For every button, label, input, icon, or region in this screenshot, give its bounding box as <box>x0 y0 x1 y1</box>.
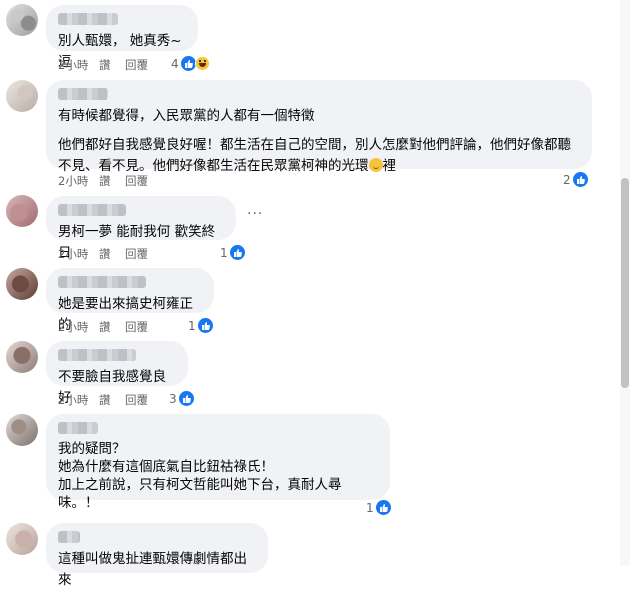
like-link[interactable]: 讚 <box>99 319 125 335</box>
avatar[interactable] <box>6 341 38 373</box>
comment-actions: 2小時 讚 回覆 <box>58 392 175 408</box>
author-name-blurred[interactable] <box>58 13 118 25</box>
reply-link[interactable]: 回覆 <box>125 319 175 335</box>
comment-actions: 2小時 讚 回覆 <box>58 57 175 73</box>
reply-link[interactable]: 回覆 <box>125 246 175 262</box>
avatar[interactable] <box>6 268 38 300</box>
comment-text: 這種叫做鬼扯連甄嬛傳劇情都出來 <box>58 551 247 588</box>
comment-bubble: 她是要出來搞史柯雍正的 <box>46 268 214 333</box>
timestamp[interactable]: 2小時 <box>58 392 99 408</box>
reaction-summary[interactable]: 1 <box>188 318 213 333</box>
comment-actions: 2小時 讚 回覆 <box>58 246 175 262</box>
comment-text: 我的疑問？ 她為什麼有這個底氣自比鈕祜祿氏！ 加上之前說，只有柯文哲能叫她下台，… <box>58 441 342 511</box>
avatar[interactable] <box>6 523 38 555</box>
like-icon <box>572 172 588 187</box>
like-link[interactable]: 讚 <box>99 392 125 408</box>
comment-bubble: 我的疑問？ 她為什麼有這個底氣自比鈕祜祿氏！ 加上之前說，只有柯文哲能叫她下台，… <box>46 414 390 511</box>
author-name-blurred[interactable] <box>58 349 136 361</box>
comment-text-paragraph: 他們都好自我感覺良好喔！都生活在自己的空間，別人怎麼對他們評論，他們好像都聽 不… <box>58 135 580 177</box>
comment-bubble: 別人甄嬛， 她真秀~逗 <box>46 5 198 70</box>
comment-text-line: 有時候都覺得，入民眾黨的人都有一個特徵 <box>58 108 315 124</box>
more-options-icon[interactable]: ··· <box>247 206 263 222</box>
reply-link[interactable]: 回覆 <box>125 392 175 408</box>
smiling-face-with-halo-icon <box>368 158 383 172</box>
like-icon <box>375 500 391 515</box>
haha-icon <box>194 56 210 71</box>
author-name-blurred[interactable] <box>58 88 108 100</box>
timestamp[interactable]: 2小時 <box>58 319 99 335</box>
reaction-summary[interactable]: 1 <box>366 500 391 515</box>
like-link[interactable]: 讚 <box>99 173 125 189</box>
reply-link[interactable]: 回覆 <box>125 173 175 189</box>
comment-text: 他們都好自我感覺良好喔！都生活在自己的空間，別人怎麼對他們評論，他們好像都聽 不… <box>58 137 571 174</box>
reaction-summary[interactable]: 4 <box>171 56 210 71</box>
comment-actions: 2小時 讚 回覆 <box>58 173 175 189</box>
timestamp[interactable]: 2小時 <box>58 57 99 73</box>
author-name-blurred[interactable] <box>58 531 80 543</box>
comment-actions: 2小時 讚 回覆 <box>58 319 175 335</box>
reaction-count: 4 <box>171 56 179 71</box>
author-name-blurred[interactable] <box>58 276 146 288</box>
reply-link[interactable]: 回覆 <box>125 57 175 73</box>
reaction-count: 1 <box>220 245 228 260</box>
comment-bubble: 不要臉自我感覺良好 <box>46 341 188 406</box>
reaction-count: 3 <box>169 391 177 406</box>
like-icon <box>180 56 196 71</box>
like-icon <box>178 391 194 406</box>
reaction-count: 2 <box>563 172 571 187</box>
like-link[interactable]: 讚 <box>99 246 125 262</box>
reaction-summary[interactable]: 1 <box>220 245 245 260</box>
avatar[interactable] <box>6 4 38 36</box>
timestamp[interactable]: 2小時 <box>58 246 99 262</box>
comment-bubble: 男柯一夢 能耐我何 歡笑終日 <box>46 196 236 261</box>
author-name-blurred[interactable] <box>58 204 126 216</box>
comment-bubble: 有時候都覺得，入民眾黨的人都有一個特徵 他們都好自我感覺良好喔！都生活在自己的空… <box>46 80 592 174</box>
reaction-count: 1 <box>366 500 374 515</box>
scrollbar-thumb[interactable] <box>621 178 629 388</box>
comment-text-tail: 裡 <box>382 158 397 174</box>
reaction-summary[interactable]: 2 <box>563 172 588 187</box>
reaction-count: 1 <box>188 318 196 333</box>
avatar[interactable] <box>6 80 38 112</box>
reaction-summary[interactable]: 3 <box>169 391 194 406</box>
like-link[interactable]: 讚 <box>99 57 125 73</box>
avatar[interactable] <box>6 195 38 227</box>
author-name-blurred[interactable] <box>58 422 98 434</box>
avatar[interactable] <box>6 414 38 446</box>
scrollbar[interactable] <box>620 0 630 566</box>
like-icon <box>229 245 245 260</box>
timestamp[interactable]: 2小時 <box>58 173 99 189</box>
like-icon <box>197 318 213 333</box>
